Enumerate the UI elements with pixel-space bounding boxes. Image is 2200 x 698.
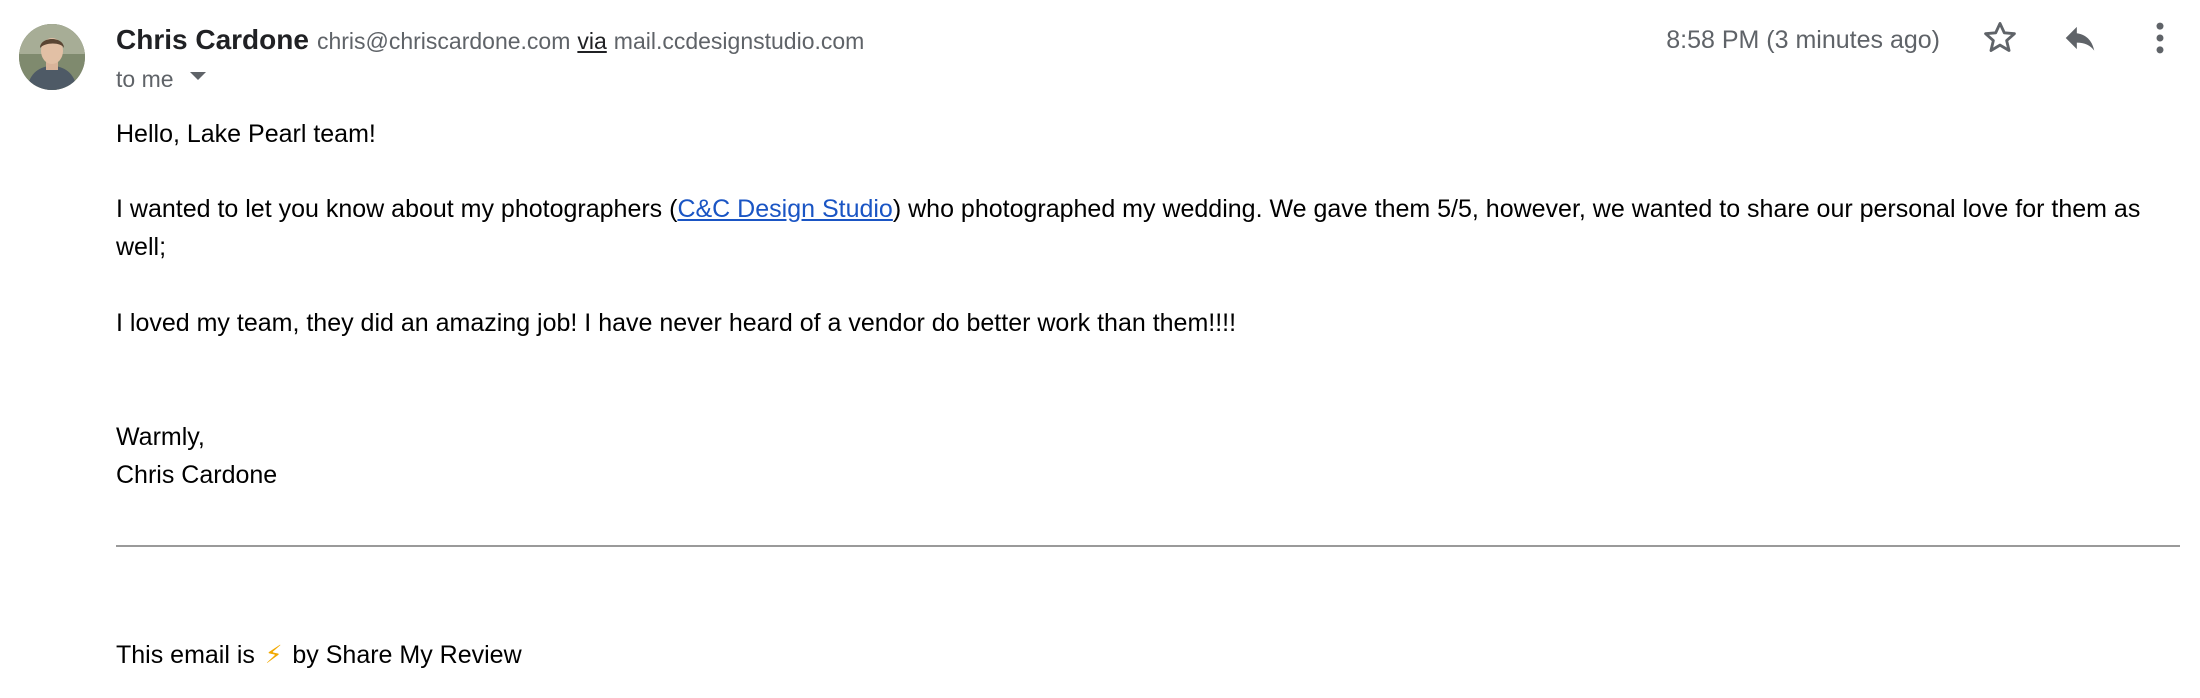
email-paragraph-2: I loved my team, they did an amazing job…	[116, 309, 1237, 337]
email-signature: Chris Cardone	[116, 461, 278, 489]
star-outline-icon	[1984, 22, 2016, 52]
sender-email: chris@chriscardone.com	[316, 28, 571, 54]
star-button[interactable]	[1975, 13, 2025, 63]
sender-line: Chris Cardone chris@chriscardone.com via…	[116, 20, 864, 60]
email-footer: This email is ⚡ by Share My Review	[116, 636, 522, 674]
cc-design-studio-link[interactable]: C&C Design Studio	[677, 195, 892, 223]
via-domain: mail.ccdesignstudio.com	[613, 28, 865, 54]
footer-prefix: This email is	[116, 641, 255, 669]
email-greeting: Hello, Lake Pearl team!	[116, 120, 376, 148]
lightning-bolt-icon: ⚡	[264, 641, 283, 669]
footer-divider	[116, 545, 2180, 547]
recipient-label: to me	[116, 65, 174, 92]
sender-name[interactable]: Chris Cardone	[116, 20, 309, 60]
sender-avatar[interactable]	[19, 24, 85, 90]
reply-icon	[2065, 26, 2095, 51]
more-vertical-icon	[2156, 22, 2164, 54]
message-timestamp: 8:58 PM (3 minutes ago)	[1666, 26, 1940, 54]
via-link[interactable]: via	[577, 21, 606, 61]
reply-button[interactable]	[2055, 13, 2105, 63]
paragraph-1-text-start: I wanted to let you know about my photog…	[116, 195, 678, 223]
caret-down-icon[interactable]	[189, 72, 206, 80]
recipient-details-toggle[interactable]: to me	[116, 62, 206, 96]
avatar-photo	[19, 24, 85, 90]
more-options-button[interactable]	[2135, 13, 2185, 63]
email-paragraph-1: I wanted to let you know about my photog…	[116, 190, 2176, 266]
footer-suffix: by Share My Review	[292, 641, 522, 669]
email-signoff: Warmly,	[116, 423, 205, 451]
